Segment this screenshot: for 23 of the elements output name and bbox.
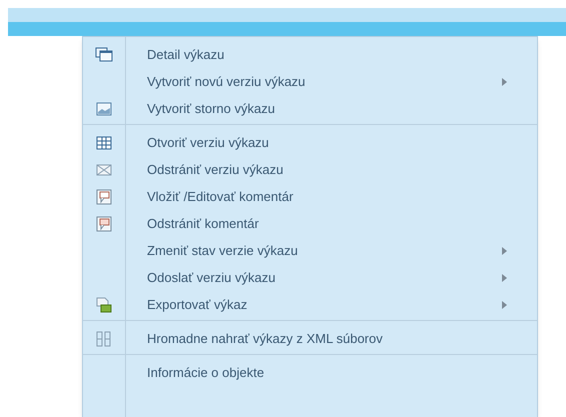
menu-item[interactable]: Zmeniť stav verzie výkazu — [147, 240, 298, 260]
export-icon — [95, 296, 113, 314]
submenu-arrow-icon — [502, 300, 507, 308]
menu-item[interactable]: Odstrániť komentár — [147, 214, 259, 234]
image-icon — [95, 100, 113, 118]
comment-icon — [95, 214, 113, 232]
menu-item[interactable]: Vytvoriť novú verziu výkazu — [147, 72, 306, 92]
menu-item[interactable]: Odoslať verziu výkazu — [147, 268, 276, 288]
submenu-arrow-icon — [502, 274, 507, 282]
menu-item[interactable]: Otvoriť verziu výkazu — [147, 133, 269, 153]
menu-item[interactable]: Vytvoriť storno výkazu — [147, 98, 275, 118]
menu-item[interactable]: Exportovať výkaz — [147, 294, 248, 314]
menu-item[interactable]: Vložiť /Editovať komentár — [147, 186, 294, 206]
submenu-arrow-icon — [502, 78, 507, 86]
submenu-arrow-icon — [502, 246, 507, 254]
menu-item[interactable]: Detail výkazu — [147, 44, 224, 64]
columns-icon — [95, 330, 113, 348]
menu-item[interactable]: Informácie o objekte — [147, 363, 264, 383]
menu-item[interactable]: Hromadne nahrať výkazy z XML súborov — [147, 329, 383, 349]
table-icon — [95, 134, 113, 152]
windows-icon — [95, 46, 113, 64]
menu-item[interactable]: Odstrániť verziu výkazu — [147, 160, 284, 180]
comment-icon — [95, 188, 113, 206]
